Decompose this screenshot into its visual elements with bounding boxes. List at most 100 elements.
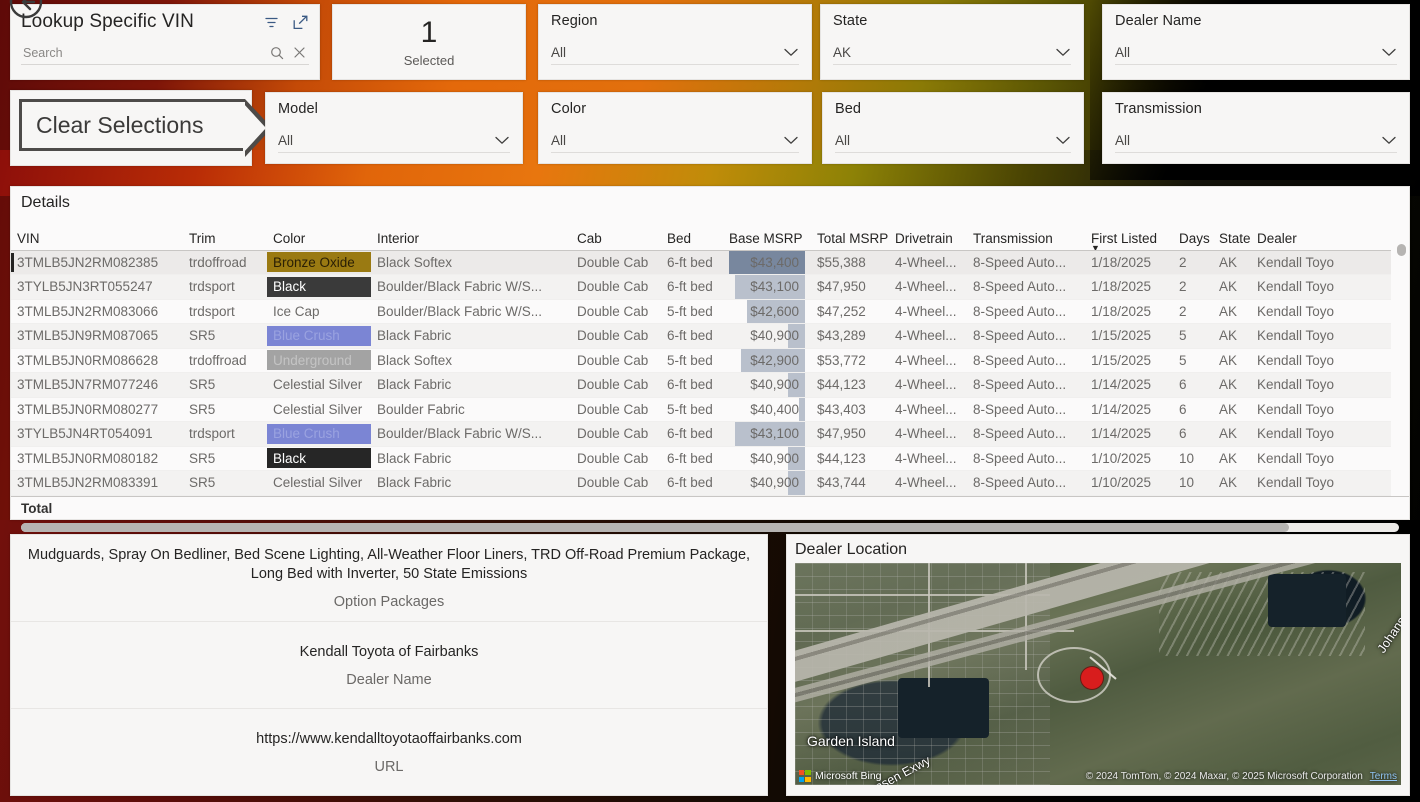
chevron-down-icon[interactable] xyxy=(1055,136,1071,145)
cell-cab: Double Cab xyxy=(571,470,661,496)
cell-dealer: Kendall Toyo xyxy=(1251,446,1391,471)
column-header-interior[interactable]: Interior xyxy=(371,216,571,251)
color-swatch: Blue Crush xyxy=(267,423,371,444)
cell-interior: Boulder Fabric xyxy=(371,397,571,422)
chevron-down-icon[interactable] xyxy=(783,48,799,57)
cell-vin: 3TMLB5JN2RM082385 xyxy=(11,250,183,275)
sort-descending-icon: ▼ xyxy=(1091,242,1100,250)
table-row[interactable]: 3TYLB5JN4RT054091 trdsport Blue Crush Bould… xyxy=(11,421,1391,447)
slicer-label-model: Model xyxy=(278,101,318,117)
cell-color: Black xyxy=(267,274,371,300)
cell-interior: Boulder/Black Fabric W/S... xyxy=(371,421,571,447)
map-canvas[interactable]: Garden Island Johansen Exwy Johanse Micr… xyxy=(795,563,1401,785)
slicer-dropdown-region[interactable]: All xyxy=(551,40,799,65)
slicer-value-bed: All xyxy=(835,132,851,148)
slicer-dropdown-model[interactable]: All xyxy=(278,128,510,153)
table-row[interactable]: 3TMLB5JN2RM083066 trdsport Ice Cap Boulder/… xyxy=(11,299,1391,324)
cell-total-msrp: $55,388 xyxy=(811,250,889,275)
chevron-down-icon[interactable] xyxy=(1055,48,1071,57)
cell-drivetrain: 4-Wheel... xyxy=(889,421,967,447)
column-header-total-msrp[interactable]: Total MSRP xyxy=(811,216,889,251)
table-vertical-scrollbar[interactable] xyxy=(1397,244,1406,478)
back-arrow-icon[interactable] xyxy=(2,0,56,28)
cell-days: 10 xyxy=(1173,446,1213,471)
cell-transmission: 8-Speed Auto... xyxy=(967,250,1085,275)
cell-days: 2 xyxy=(1173,274,1213,300)
column-header-color[interactable]: Color xyxy=(267,216,371,251)
map-road-v2 xyxy=(1025,563,1028,670)
slicer-dropdown-state[interactable]: AK xyxy=(833,40,1071,65)
table-row[interactable]: 3TMLB5JN0RM080182 SR5 Black Black Fabric Dou… xyxy=(11,446,1391,471)
cell-transmission: 8-Speed Auto... xyxy=(967,348,1085,373)
column-header-first-listed[interactable]: First Listed ▼ xyxy=(1085,216,1173,251)
cell-base-msrp: $40,400 xyxy=(723,397,811,422)
chevron-down-icon[interactable] xyxy=(494,136,510,145)
cell-total-msrp: $47,950 xyxy=(811,421,889,447)
chevron-down-icon[interactable] xyxy=(1381,136,1397,145)
details-table-wrap: VIN Trim Color Interior Cab Bed Base MSRP Total… xyxy=(11,216,1409,496)
table-horizontal-scrollbar[interactable] xyxy=(21,522,1399,532)
vertical-scroll-thumb[interactable] xyxy=(1397,244,1406,256)
cell-dealer: Kendall Toyo xyxy=(1251,299,1391,324)
cell-color: Celestial Silver xyxy=(267,372,371,398)
slicer-bed: Bed All xyxy=(822,92,1084,164)
search-input[interactable] xyxy=(21,45,270,60)
search-box[interactable] xyxy=(21,41,309,65)
cell-first-listed: 1/14/2025 xyxy=(1085,397,1173,422)
table-row[interactable]: 3TMLB5JN2RM083391 SR5 Celestial Silver Blac… xyxy=(11,470,1391,496)
slicer-label-state: State xyxy=(833,13,868,29)
cell-first-listed: 1/15/2025 xyxy=(1085,348,1173,373)
map-imagery: Garden Island Johansen Exwy Johanse xyxy=(795,563,1401,785)
slicer-value-dealer-name: All xyxy=(1115,44,1131,60)
cell-vin: 3TMLB5JN2RM083066 xyxy=(11,299,183,324)
column-header-days[interactable]: Days xyxy=(1173,216,1213,251)
slicer-header-icons xyxy=(263,11,309,31)
column-header-vin[interactable]: VIN xyxy=(11,216,183,251)
base-msrp-value: $40,900 xyxy=(750,328,799,344)
cell-interior: Boulder/Black Fabric W/S... xyxy=(371,299,571,324)
base-msrp-bar: $43,100 xyxy=(729,275,805,299)
cell-vin: 3TMLB5JN0RM086628 xyxy=(11,348,183,373)
total-row: Total xyxy=(11,495,1409,521)
column-header-base-msrp[interactable]: Base MSRP xyxy=(723,216,811,251)
clear-selections-button[interactable]: Clear Selections xyxy=(19,99,272,157)
chevron-down-icon[interactable] xyxy=(783,136,799,145)
clear-icon[interactable] xyxy=(293,46,306,59)
cell-days: 2 xyxy=(1173,250,1213,275)
table-row[interactable]: 3TMLB5JN2RM082385 trdoffroad Bronze Oxide B… xyxy=(11,250,1391,275)
cell-transmission: 8-Speed Auto... xyxy=(967,299,1085,324)
horizontal-scroll-thumb[interactable] xyxy=(21,522,1289,532)
table-row[interactable]: 3TYLB5JN3RT055247 trdsport Black Boulder/Bl… xyxy=(11,274,1391,300)
slicer-dropdown-color[interactable]: All xyxy=(551,128,799,153)
map-terms-link[interactable]: Terms xyxy=(1370,771,1397,782)
slicer-dropdown-bed[interactable]: All xyxy=(835,128,1071,153)
cell-total-msrp: $53,772 xyxy=(811,348,889,373)
focus-mode-icon[interactable] xyxy=(292,14,309,31)
search-icon[interactable] xyxy=(270,46,284,60)
column-header-drivetrain[interactable]: Drivetrain xyxy=(889,216,967,251)
table-row[interactable]: 3TMLB5JN0RM080277 SR5 Celestial Silver Boul… xyxy=(11,397,1391,422)
column-header-transmission[interactable]: Transmission xyxy=(967,216,1085,251)
slicer-dropdown-dealer-name[interactable]: All xyxy=(1115,40,1397,65)
cell-interior: Black Softex xyxy=(371,348,571,373)
column-header-trim[interactable]: Trim xyxy=(183,216,267,251)
dealer-location-card: Dealer Location Garden Island Johansen E… xyxy=(786,534,1410,796)
column-header-dealer[interactable]: Dealer xyxy=(1251,216,1391,251)
slicer-dropdown-transmission[interactable]: All xyxy=(1115,128,1397,153)
cell-interior: Black Fabric xyxy=(371,372,571,398)
cell-interior: Black Fabric xyxy=(371,323,571,349)
cell-days: 6 xyxy=(1173,421,1213,447)
slicer-label-color: Color xyxy=(551,101,587,117)
table-row[interactable]: 3TMLB5JN7RM077246 SR5 Celestial Silver Blac… xyxy=(11,372,1391,398)
table-row[interactable]: 3TMLB5JN0RM086628 trdoffroad Underground Bl… xyxy=(11,348,1391,373)
column-header-cab[interactable]: Cab xyxy=(571,216,661,251)
chevron-down-icon[interactable] xyxy=(1381,48,1397,57)
slicer-label-bed: Bed xyxy=(835,101,862,117)
cell-trim: SR5 xyxy=(183,446,267,471)
cell-color: Celestial Silver xyxy=(267,470,371,496)
column-header-state[interactable]: State xyxy=(1213,216,1251,251)
table-row[interactable]: 3TMLB5JN9RM087065 SR5 Blue Crush Black Fabr… xyxy=(11,323,1391,349)
url-value[interactable]: https://www.kendalltoyotaoffairbanks.com xyxy=(256,730,522,749)
filter-icon[interactable] xyxy=(263,14,280,31)
column-header-bed[interactable]: Bed xyxy=(661,216,723,251)
